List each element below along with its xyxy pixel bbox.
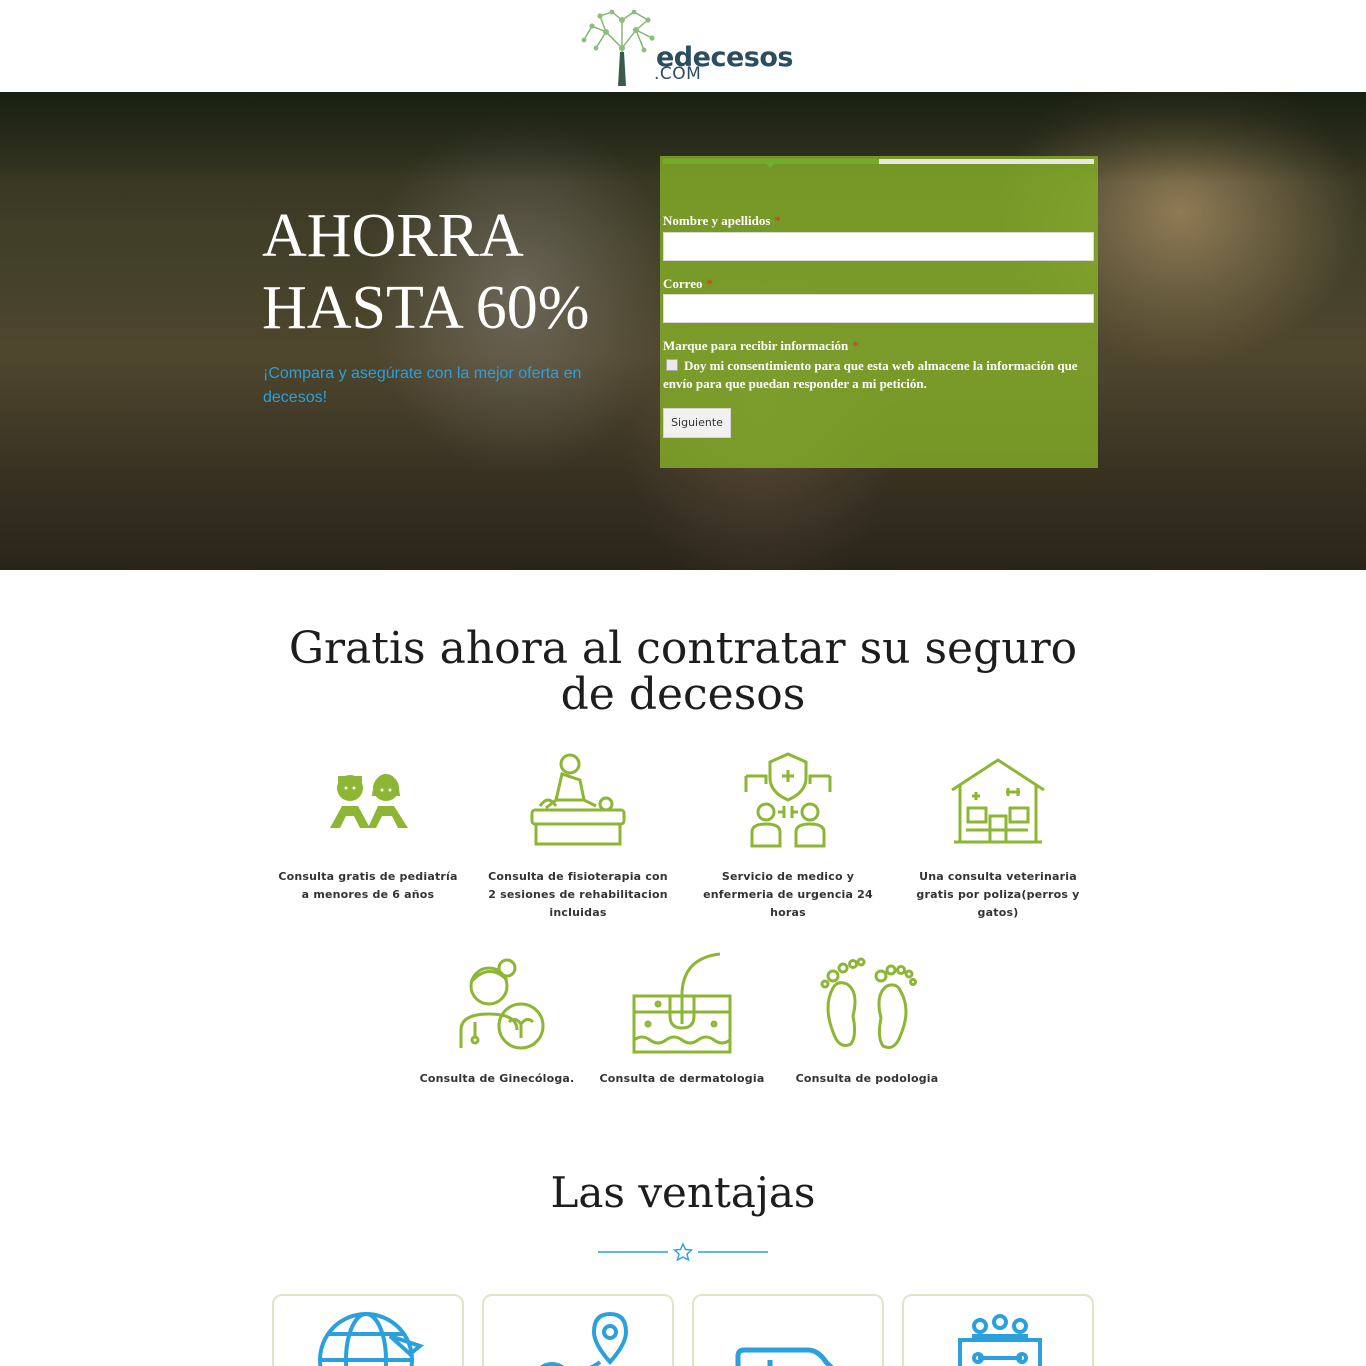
consent-row: Doy mi consentimiento para que esta web …	[663, 357, 1093, 393]
globe-plane-icon	[318, 1312, 425, 1366]
name-label: Nombre y apellidos *	[663, 213, 781, 228]
consent-text: Doy mi consentimiento para que esta web …	[663, 358, 1078, 391]
ambulance-icon	[735, 1347, 834, 1366]
medical-team-icon	[744, 752, 832, 848]
tree-network-icon	[581, 9, 655, 86]
footprints-icon	[820, 957, 917, 1049]
service-label: Consulta de Ginecóloga.	[419, 1072, 575, 1085]
service-label: Consulta de dermatologia	[599, 1072, 765, 1085]
skin-hair-follicle-icon	[632, 952, 732, 1054]
ventajas-section-title: Las ventajas	[550, 1168, 816, 1217]
gynecologist-icon	[459, 958, 545, 1050]
coffin-flowers-icon	[958, 1314, 1042, 1366]
hero-banner: AHORRA HASTA 60% ¡Compara y asegúrate co…	[0, 92, 1366, 570]
ventaja-card-transport[interactable]	[692, 1294, 884, 1366]
children-icon	[330, 774, 408, 828]
ventaja-card-worldwide[interactable]	[272, 1294, 464, 1366]
email-input[interactable]	[663, 294, 1094, 323]
service-label: Consulta de fisioterapia con 2 sesiones …	[488, 870, 668, 919]
consent-heading: Marque para recibir información *	[663, 338, 859, 353]
service-physiotherapy: Consulta de fisioterapia con 2 sesiones …	[483, 750, 673, 922]
progress-marker	[766, 164, 774, 168]
hero-title: AHORRA HASTA 60%	[262, 200, 642, 344]
site-header: edecesos .COM	[0, 0, 1366, 92]
physiotherapy-icon	[530, 753, 626, 846]
email-label: Correo *	[663, 276, 713, 291]
hero-title-line2: HASTA 60%	[262, 274, 590, 342]
star-divider	[598, 1242, 768, 1262]
service-dermatology: Consulta de dermatologia	[587, 952, 777, 1088]
gratis-section-title: Gratis ahora al contratar su seguro de d…	[288, 623, 1078, 720]
location-route-icon	[540, 1311, 629, 1366]
service-emergency-medical: Servicio de medico y enfermeria de urgen…	[693, 750, 883, 922]
star-icon	[672, 1242, 694, 1262]
service-label: Servicio de medico y enfermeria de urgen…	[703, 870, 873, 919]
service-label: Una consulta veterinaria gratis por poli…	[916, 870, 1080, 919]
next-button[interactable]: Siguiente	[663, 408, 731, 438]
service-podiatry: Consulta de podologia	[772, 952, 962, 1088]
service-veterinary: Una consulta veterinaria gratis por poli…	[903, 750, 1093, 922]
veterinary-clinic-icon	[951, 758, 1045, 844]
logo-domain: .COM	[654, 64, 702, 84]
site-logo[interactable]: edecesos .COM	[578, 8, 798, 86]
name-input[interactable]	[663, 232, 1094, 261]
consent-checkbox[interactable]	[666, 359, 678, 371]
service-label: Consulta gratis de pediatría a menores d…	[278, 870, 458, 901]
quote-form: Nombre y apellidos * Correo * Marque para …	[660, 156, 1098, 468]
hero-subtitle: ¡Compara y asegúrate con la mejor oferta…	[263, 365, 582, 406]
service-pediatrics: Consulta gratis de pediatría a menores d…	[273, 750, 463, 904]
service-gynecology: Consulta de Ginecóloga.	[402, 952, 592, 1088]
form-progress-bar	[663, 159, 1094, 164]
ventaja-card-location[interactable]	[482, 1294, 674, 1366]
service-label: Consulta de podologia	[795, 1072, 939, 1085]
ventaja-card-funeral[interactable]	[902, 1294, 1094, 1366]
hero-title-line1: AHORRA	[262, 202, 524, 270]
